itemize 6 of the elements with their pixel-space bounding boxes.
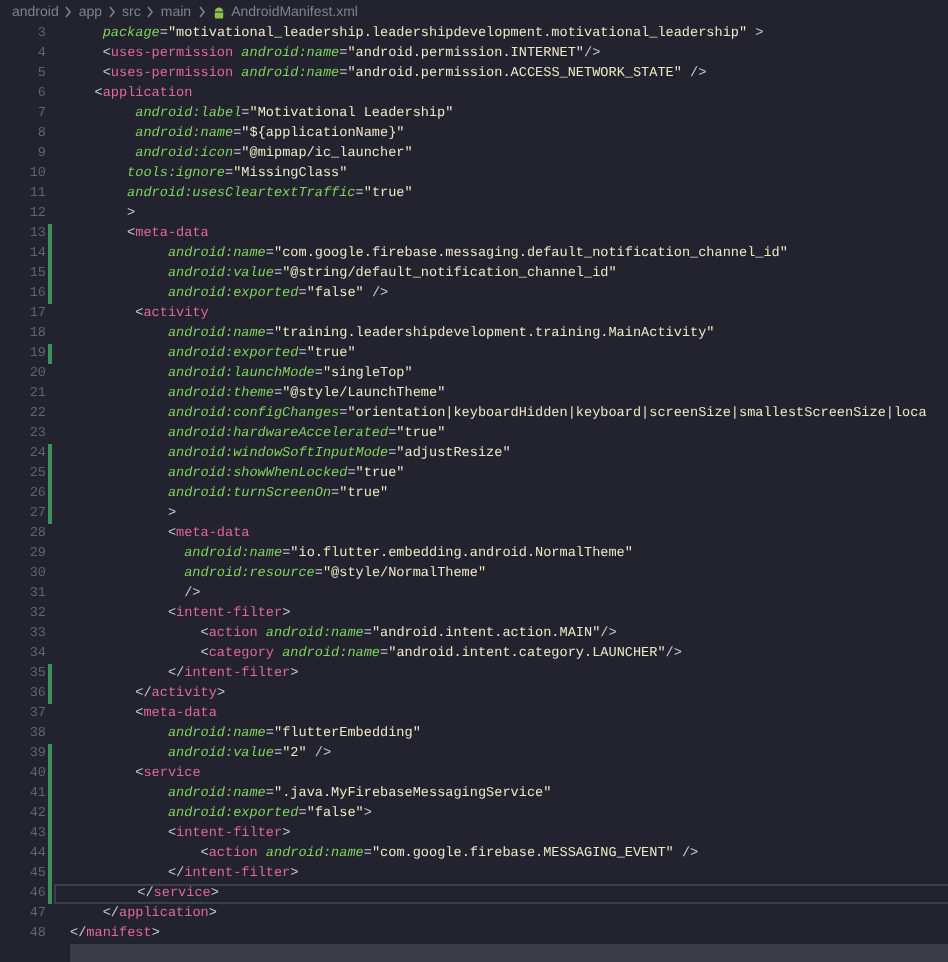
chevron-icon [146,6,155,18]
android-icon [211,5,226,19]
chevron-icon [197,6,206,18]
chevron-icon [108,6,117,18]
chevron-icon [64,6,73,18]
horizontal-scrollbar[interactable] [70,944,948,962]
